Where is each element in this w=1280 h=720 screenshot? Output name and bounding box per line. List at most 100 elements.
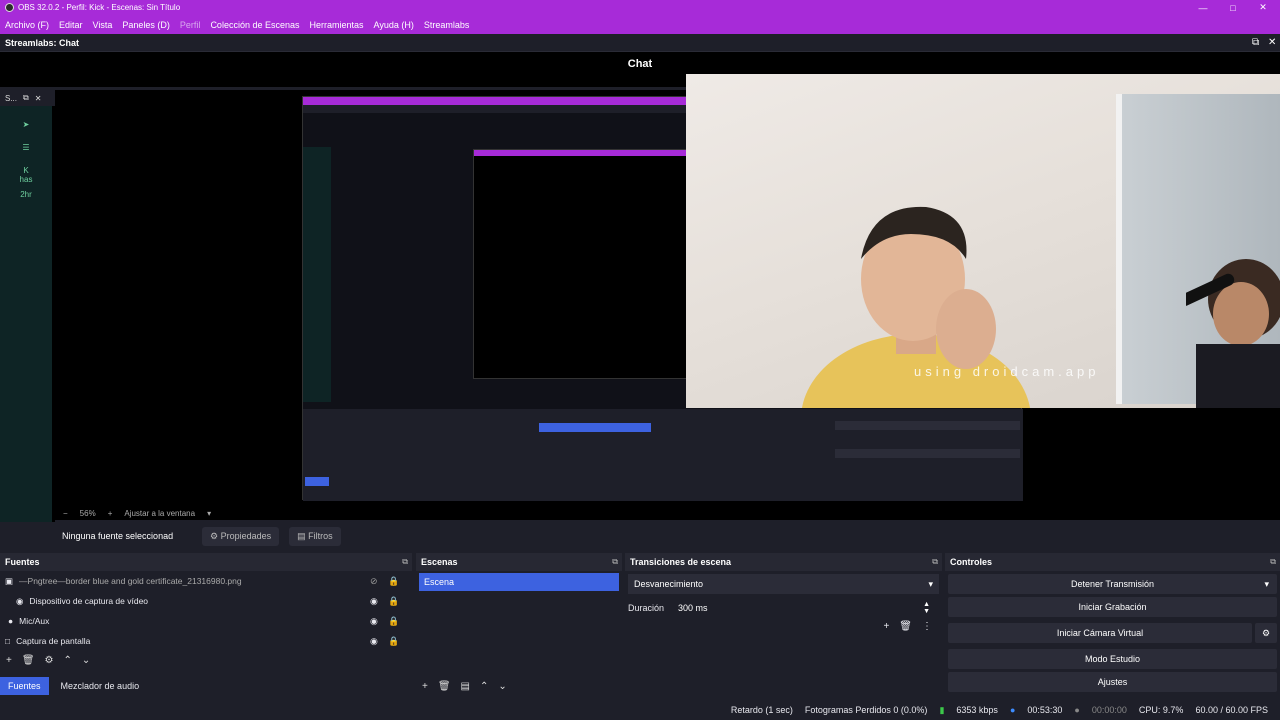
virtual-camera-button[interactable]: Iniciar Cámara Virtual [948, 623, 1252, 643]
sources-title: Fuentes [5, 557, 40, 567]
stop-stream-button[interactable]: Detener Transmisión ▾ [948, 574, 1277, 594]
eye-icon[interactable]: ◉ [370, 636, 378, 647]
eye-hidden-icon[interactable]: ⊘ [370, 576, 378, 587]
close-icon[interactable]: ✕ [35, 94, 42, 103]
source-name: —Pngtree—border blue and gold certificat… [19, 576, 242, 586]
side-item-has: has [19, 175, 33, 184]
menu-perfil[interactable]: Perfil [180, 20, 201, 30]
scene-item[interactable]: Escena [419, 573, 619, 591]
source-name: Dispositivo de captura de vídeo [29, 596, 149, 606]
lock-icon[interactable]: 🔒 [388, 596, 399, 607]
chat-dock-header: Streamlabs: Chat ⧉ ✕ [0, 34, 1280, 52]
scenes-dock: Escenas ⧉ Escena + 🗑 ▤ ⌃ ⌄ [416, 553, 622, 699]
status-cpu: CPU: 9.7% [1138, 705, 1184, 715]
lock-icon[interactable]: 🔒 [388, 616, 399, 627]
obs-logo-icon [5, 3, 14, 12]
bottom-tabs: Fuentes Mezclador de audio [0, 676, 410, 696]
controls-title: Controles [950, 557, 993, 567]
dock-close-icon[interactable]: ✕ [1268, 37, 1276, 48]
gear-icon[interactable]: ⚙ [45, 655, 54, 666]
properties-bar: Ninguna fuente seleccionad ⚙ Propiedades… [0, 522, 1280, 550]
duration-input[interactable]: 300 ms ▲ ▼ [672, 598, 935, 618]
add-icon[interactable]: + [883, 621, 889, 632]
fit-window-label[interactable]: Ajustar a la ventana [124, 509, 195, 518]
lock-icon[interactable]: 🔒 [388, 576, 399, 587]
transitions-dock: Transiciones de escena ⧉ Desvanecimiento … [625, 553, 942, 699]
popout-icon[interactable]: ⧉ [612, 557, 618, 567]
source-row[interactable]: ◉ Dispositivo de captura de vídeo ◉ 🔒 [0, 591, 412, 611]
filter-icon[interactable]: ▤ [461, 681, 470, 692]
gear-icon: ⚙ [210, 530, 221, 541]
eye-icon[interactable]: ◉ [370, 616, 378, 627]
popout-icon[interactable]: ⧉ [932, 557, 938, 567]
stepper-icon[interactable]: ▲ ▼ [923, 601, 930, 615]
properties-button[interactable]: ⚙ Propiedades [202, 526, 280, 546]
minimize-icon[interactable]: — [1188, 0, 1218, 15]
menu-streamlabs[interactable]: Streamlabs [424, 20, 470, 30]
popout-icon[interactable]: ⧉ [1252, 37, 1259, 48]
signal-icon: ▮ [939, 704, 945, 715]
close-icon[interactable]: ✕ [1248, 0, 1278, 15]
source-name: Captura de pantalla [16, 636, 91, 646]
monitor-icon: □ [5, 636, 11, 646]
source-name: Mic/Aux [19, 616, 50, 626]
zoom-in-button[interactable]: + [108, 509, 113, 518]
chevron-down-icon[interactable]: ▾ [207, 509, 211, 518]
window-title: OBS 32.0.2 - Perfil: Kick - Escenas: Sin… [18, 3, 181, 12]
mic-icon: ● [8, 616, 14, 626]
chat-dock-title: Streamlabs: Chat [5, 37, 80, 48]
zoom-level: 56% [79, 508, 96, 518]
chevron-down-icon[interactable]: ▾ [1264, 579, 1269, 590]
zoom-bar: − 56% + Ajustar a la ventana ▾ [55, 505, 455, 521]
chat-heading: Chat [627, 58, 653, 70]
maximize-icon[interactable]: □ [1218, 0, 1248, 15]
tab-mixer[interactable]: Mezclador de audio [53, 677, 148, 695]
trash-icon[interactable]: 🗑 [22, 655, 35, 666]
filters-button[interactable]: ▤ Filtros [289, 526, 341, 546]
menu-coleccion[interactable]: Colección de Escenas [210, 20, 299, 30]
image-icon: ▣ [5, 575, 14, 586]
transition-select[interactable]: Desvanecimiento ▾ [628, 574, 939, 594]
no-source-label: Ninguna fuente seleccionad [62, 531, 174, 541]
status-bitrate: 6353 kbps [956, 705, 998, 715]
settings-button[interactable]: Ajustes [948, 672, 1277, 692]
menu-vista[interactable]: Vista [93, 20, 113, 30]
menu-editar[interactable]: Editar [59, 20, 83, 30]
popout-icon[interactable]: ⧉ [402, 557, 408, 567]
move-up-icon[interactable]: ⌃ [480, 681, 488, 692]
gear-icon[interactable]: ⚙ [1255, 623, 1277, 643]
second-person-image [1186, 259, 1280, 408]
source-row[interactable]: □ Captura de pantalla ◉ 🔒 [0, 631, 412, 651]
studio-mode-button[interactable]: Modo Estudio [948, 649, 1277, 669]
transitions-title: Transiciones de escena [630, 557, 732, 567]
send-icon[interactable]: ➤ [0, 120, 52, 129]
popout-icon[interactable]: ⧉ [23, 93, 29, 103]
status-delay: Retardo (1 sec) [730, 705, 793, 715]
source-row[interactable]: ● Mic/Aux ◉ 🔒 [0, 611, 412, 631]
add-icon[interactable]: + [6, 655, 12, 666]
trash-icon[interactable]: 🗑 [899, 621, 912, 632]
status-fps: 60.00 / 60.00 FPS [1195, 705, 1268, 715]
menu-ayuda[interactable]: Ayuda (H) [374, 20, 414, 30]
record-icon: ● [1074, 705, 1080, 715]
zoom-out-button[interactable]: − [63, 509, 68, 518]
move-down-icon[interactable]: ⌄ [498, 681, 506, 692]
source-row[interactable]: ▣ —Pngtree—border blue and gold certific… [0, 571, 412, 591]
lock-icon[interactable]: 🔒 [388, 636, 399, 647]
menu-paneles[interactable]: Paneles (D) [122, 20, 170, 30]
menu-archivo[interactable]: Archivo (F) [5, 20, 49, 30]
popout-icon[interactable]: ⧉ [1270, 557, 1276, 567]
menu-bar: Archivo (F) Editar Vista Paneles (D) Per… [0, 15, 1280, 34]
start-recording-button[interactable]: Iniciar Grabación [948, 597, 1277, 617]
eye-icon[interactable]: ◉ [370, 596, 378, 607]
menu-herramientas[interactable]: Herramientas [310, 20, 364, 30]
chevron-down-icon: ▾ [928, 578, 933, 589]
add-icon[interactable]: + [422, 681, 428, 692]
side-panel: S... ⧉ ✕ ➤ ☰ K has 2hr [0, 90, 55, 550]
stream-icon: ● [1009, 705, 1016, 715]
trash-icon[interactable]: 🗑 [438, 681, 451, 692]
more-icon[interactable]: ⋮ [922, 621, 932, 632]
move-down-icon[interactable]: ⌄ [82, 655, 90, 666]
move-up-icon[interactable]: ⌃ [64, 655, 72, 666]
tab-sources[interactable]: Fuentes [0, 677, 49, 695]
